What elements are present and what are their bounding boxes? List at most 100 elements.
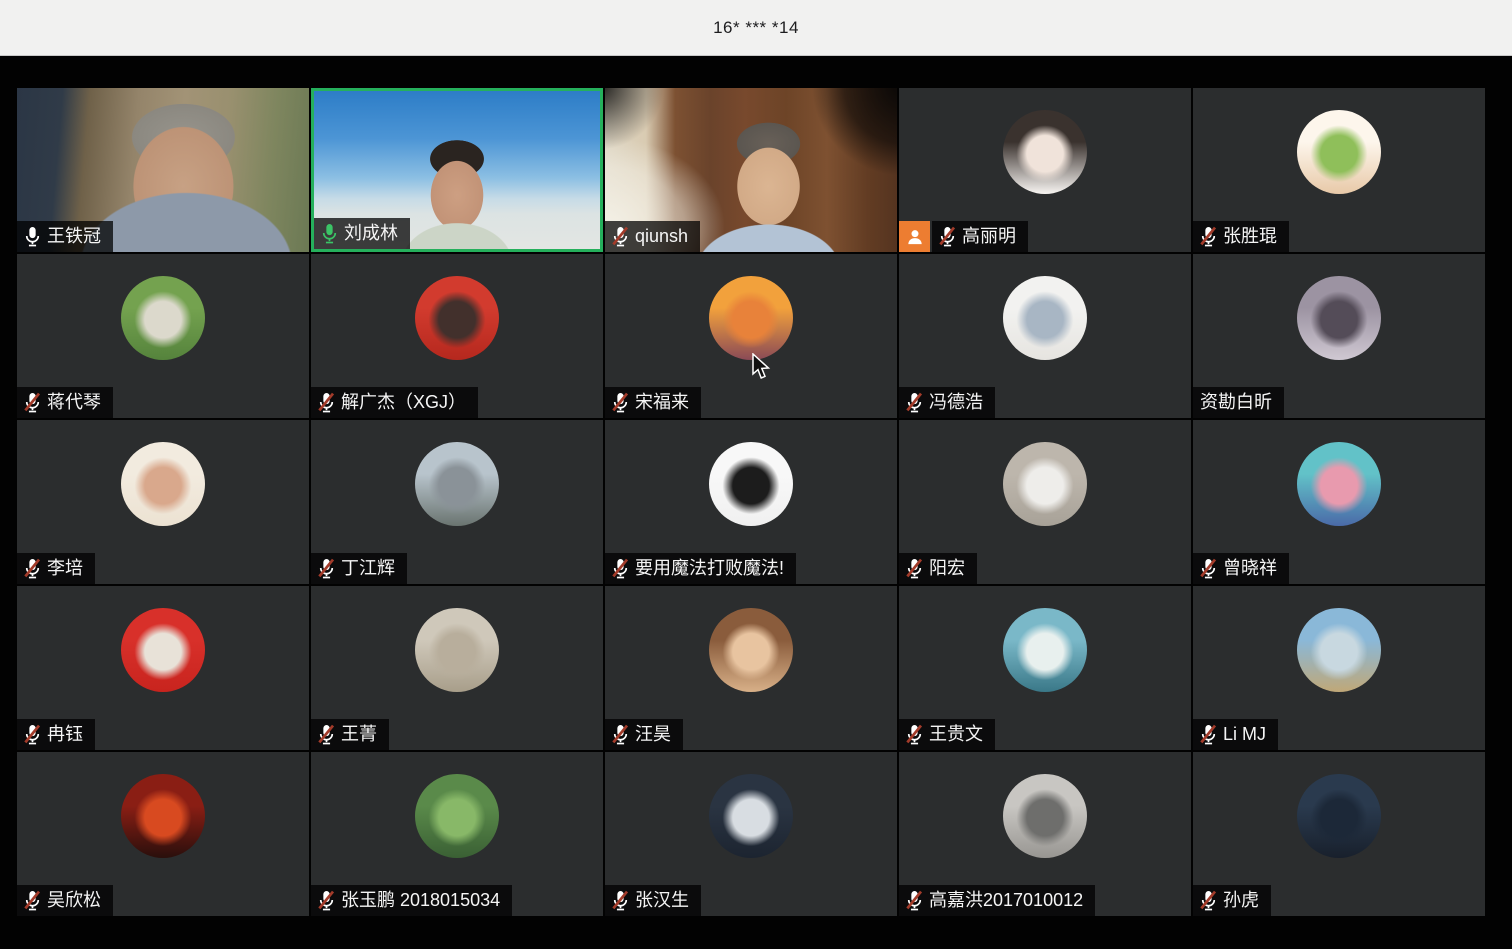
participant-tile[interactable]: 曾晓祥 — [1193, 420, 1485, 584]
avatar — [415, 774, 499, 858]
avatar — [415, 442, 499, 526]
participant-name: 阳宏 — [929, 553, 965, 584]
name-label: 王贵文 — [899, 719, 995, 750]
avatar — [1003, 110, 1087, 194]
name-label: 高丽明 — [899, 221, 1028, 252]
avatar — [1297, 276, 1381, 360]
name-label: 汪昊 — [605, 719, 683, 750]
participant-tile[interactable]: 刘成林 — [311, 88, 603, 252]
participant-tile[interactable]: Li MJ — [1193, 586, 1485, 750]
participant-tile[interactable]: 王铁冠 — [17, 88, 309, 252]
avatar — [415, 276, 499, 360]
name-label: 高嘉洪2017010012 — [899, 885, 1095, 916]
mic-icon — [612, 890, 629, 911]
name-label: 阳宏 — [899, 553, 977, 584]
name-label: 张玉鹏 2018015034 — [311, 885, 512, 916]
name-label: 张胜琨 — [1193, 221, 1289, 252]
participant-tile[interactable]: 王贵文 — [899, 586, 1191, 750]
avatar — [1297, 110, 1381, 194]
name-label: 吴欣松 — [17, 885, 113, 916]
participant-tile[interactable]: 丁江辉 — [311, 420, 603, 584]
participant-name: 李培 — [47, 553, 83, 584]
name-pill: 刘成林 — [314, 218, 410, 249]
avatar — [121, 774, 205, 858]
avatar — [1003, 774, 1087, 858]
participant-name: 王贵文 — [929, 719, 983, 750]
avatar — [121, 608, 205, 692]
participant-name: 张胜琨 — [1223, 221, 1277, 252]
mic-icon — [318, 890, 335, 911]
mic-icon — [612, 724, 629, 745]
name-label: 曾晓祥 — [1193, 553, 1289, 584]
participant-tile[interactable]: 资勘白昕 — [1193, 254, 1485, 418]
participant-tile[interactable]: 宋福来 — [605, 254, 897, 418]
name-pill: 蒋代琴 — [17, 387, 113, 418]
mic-icon — [24, 226, 41, 247]
name-pill: 高丽明 — [932, 221, 1028, 252]
avatar — [1003, 442, 1087, 526]
name-pill: 王菁 — [311, 719, 389, 750]
participant-tile[interactable]: 冯德浩 — [899, 254, 1191, 418]
name-label: 王菁 — [311, 719, 389, 750]
participant-tile[interactable]: 阳宏 — [899, 420, 1191, 584]
avatar — [1297, 442, 1381, 526]
mic-icon — [612, 392, 629, 413]
participant-tile[interactable]: qiunsh — [605, 88, 897, 252]
participant-name: 高丽明 — [962, 221, 1016, 252]
name-pill: 解广杰（XGJ） — [311, 387, 478, 418]
name-label: 宋福来 — [605, 387, 701, 418]
titlebar: 16* *** *14 — [0, 0, 1512, 56]
name-pill: 李培 — [17, 553, 95, 584]
participant-tile[interactable]: 张玉鹏 2018015034 — [311, 752, 603, 916]
mic-icon — [1200, 724, 1217, 745]
mic-icon — [24, 890, 41, 911]
mic-icon — [24, 392, 41, 413]
name-pill: 张汉生 — [605, 885, 701, 916]
participant-tile[interactable]: 解广杰（XGJ） — [311, 254, 603, 418]
participant-tile[interactable]: 蒋代琴 — [17, 254, 309, 418]
participant-tile[interactable]: 要用魔法打败魔法! — [605, 420, 897, 584]
mic-icon — [939, 226, 956, 247]
name-label: 李培 — [17, 553, 95, 584]
meeting-window: { "window": { "title": "16* *** *14" }, … — [0, 0, 1512, 949]
participant-tile[interactable]: 张汉生 — [605, 752, 897, 916]
name-pill: Li MJ — [1193, 719, 1278, 750]
avatar — [415, 608, 499, 692]
mic-icon — [318, 724, 335, 745]
name-pill: qiunsh — [605, 221, 700, 252]
participant-tile[interactable]: 张胜琨 — [1193, 88, 1485, 252]
participant-tile[interactable]: 高嘉洪2017010012 — [899, 752, 1191, 916]
name-pill: 丁江辉 — [311, 553, 407, 584]
name-pill: 吴欣松 — [17, 885, 113, 916]
person-icon — [905, 227, 925, 247]
avatar — [121, 276, 205, 360]
participant-name: 张玉鹏 2018015034 — [341, 885, 500, 916]
participant-tile[interactable]: 冉钰 — [17, 586, 309, 750]
participant-tile[interactable]: 王菁 — [311, 586, 603, 750]
participant-name: 张汉生 — [635, 885, 689, 916]
participant-tile[interactable]: 汪昊 — [605, 586, 897, 750]
mic-icon — [1200, 558, 1217, 579]
name-label: 蒋代琴 — [17, 387, 113, 418]
participant-tile[interactable]: 高丽明 — [899, 88, 1191, 252]
name-pill: 阳宏 — [899, 553, 977, 584]
participant-tile[interactable]: 李培 — [17, 420, 309, 584]
name-pill: 宋福来 — [605, 387, 701, 418]
participant-tile[interactable]: 吴欣松 — [17, 752, 309, 916]
name-pill: 冯德浩 — [899, 387, 995, 418]
name-pill: 冉钰 — [17, 719, 95, 750]
mic-icon — [906, 890, 923, 911]
participant-name: 宋福来 — [635, 387, 689, 418]
name-label: 资勘白昕 — [1193, 387, 1284, 418]
avatar — [1003, 276, 1087, 360]
participant-name: Li MJ — [1223, 719, 1266, 750]
participant-name: 要用魔法打败魔法! — [635, 553, 784, 584]
avatar — [709, 442, 793, 526]
participant-tile[interactable]: 孙虎 — [1193, 752, 1485, 916]
participant-name: 曾晓祥 — [1223, 553, 1277, 584]
name-pill: 孙虎 — [1193, 885, 1271, 916]
mic-icon — [906, 724, 923, 745]
name-pill: 张胜琨 — [1193, 221, 1289, 252]
name-pill: 高嘉洪2017010012 — [899, 885, 1095, 916]
name-label: 王铁冠 — [17, 221, 113, 252]
